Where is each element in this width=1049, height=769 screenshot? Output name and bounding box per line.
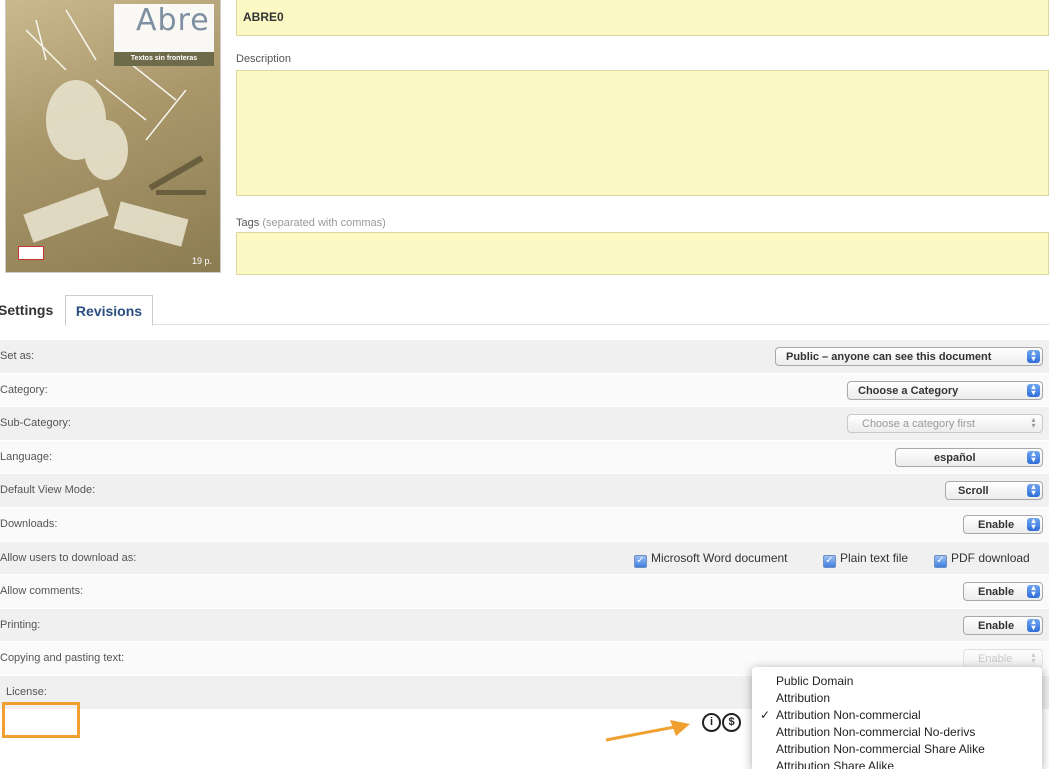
title-field[interactable]: ABRE0 [236,0,1049,36]
view-mode-select-value: Scroll [958,485,989,498]
select-arrows-icon: ▴ ▾ [1031,650,1036,666]
select-arrows-icon: ▴ ▾ [1027,584,1040,599]
pointer-arrow-icon [605,720,690,742]
setting-row-view-mode: Default View Mode: Scroll ▴ ▾ [0,474,1049,508]
tab-settings[interactable]: Settings [0,295,64,325]
tab-revisions[interactable]: Revisions [65,295,153,326]
downloads-select[interactable]: Enable ▴ ▾ [963,514,1043,534]
privacy-select[interactable]: Public – anyone can see this document ▴ ▾ [775,347,1043,366]
view-mode-label: Default View Mode: [0,484,96,497]
printing-select-value: Enable [978,619,1015,632]
select-arrows-icon: ▴ ▾ [1027,449,1040,464]
setting-row-category: Category: Choose a Category ▴ ▾ [0,373,1049,408]
language-select[interactable]: español ▴ ▾ [895,447,1043,467]
setting-row-subcategory: Sub-Category: Choose a category first ▴ ▾ [0,407,1049,441]
license-option-attribution-sa[interactable]: Attribution Share Alike [752,758,1042,769]
pdf-download-label: PDF download [951,550,1030,565]
setting-row-download-as: Allow users to download as: ✓ Microsoft W… [0,541,1049,576]
select-arrows-icon: ▴ ▾ [1031,415,1036,431]
cover-subtitle: Textos sin fronteras [114,52,214,66]
select-arrows-icon: ▴ ▾ [1027,349,1040,363]
tags-hint: (separated with commas) [262,217,386,229]
language-select-value: español [934,451,976,464]
printing-label: Printing: [0,618,41,631]
tags-field[interactable] [236,232,1049,275]
downloads-select-value: Enable [978,518,1015,531]
settings-table: Set as: Public – anyone can see this doc… [0,340,1049,710]
license-option-label: Attribution Non-commercial [776,708,921,722]
cover-title-box: Abre [114,4,214,54]
copy-paste-select[interactable]: Enable ▴ ▾ [963,649,1043,669]
printing-select[interactable]: Enable ▴ ▾ [963,615,1043,635]
checkbox-checked-icon: ✓ [823,554,836,568]
comments-label: Allow comments: [0,585,84,598]
checkmark-icon: ✓ [760,708,771,722]
description-label: Description [236,53,292,65]
select-arrows-icon: ▴ ▾ [1027,617,1040,632]
setting-row-printing: Printing: Enable ▴ ▾ [0,608,1049,643]
description-field[interactable] [236,70,1049,196]
language-label: Language: [0,450,52,463]
select-arrows-icon: ▴ ▾ [1027,516,1040,531]
text-download-label: Plain text file [840,550,909,565]
checkbox-checked-icon: ✓ [634,554,647,568]
license-option-attribution-nc[interactable]: ✓ Attribution Non-commercial [752,707,1042,724]
subcategory-label: Sub-Category: [0,417,71,430]
subcategory-select: Choose a category first ▴ ▾ [847,414,1043,434]
category-select-value: Choose a Category [858,384,959,397]
license-option-attribution-nc-nd[interactable]: Attribution Non-commercial No-derivs [752,724,1042,741]
setting-row-downloads: Downloads: Enable ▴ ▾ [0,507,1049,542]
license-option-label: Attribution Share Alike [776,759,895,769]
checkbox-checked-icon: ✓ [934,554,947,568]
downloads-label: Downloads: [0,517,58,530]
download-as-label: Allow users to download as: [0,551,137,564]
setting-row-language: Language: español ▴ ▾ [0,440,1049,475]
document-thumbnail[interactable]: Abre Textos sin fronteras 19 p. [6,0,220,272]
license-option-public-domain[interactable]: Public Domain [752,673,1042,690]
license-option-label: Attribution [776,691,831,705]
set-as-label: Set as: [0,350,35,362]
cover-logo [18,246,44,260]
word-download-label: Microsoft Word document [651,550,788,565]
comments-select[interactable]: Enable ▴ ▾ [963,582,1043,602]
title-value: ABRE0 [243,10,284,24]
license-option-label: Attribution Non-commercial No-derivs [776,725,976,739]
tab-divider [153,324,1049,325]
category-select[interactable]: Choose a Category ▴ ▾ [847,380,1043,400]
settings-tabs: Settings Revisions [0,295,1049,326]
license-option-attribution[interactable]: Attribution [752,690,1042,707]
select-arrows-icon: ▴ ▾ [1027,382,1040,397]
copy-paste-select-value: Enable [978,653,1013,666]
license-highlight [2,702,80,738]
view-mode-select[interactable]: Scroll ▴ ▾ [945,481,1043,501]
category-label: Category: [0,383,48,396]
cover-title: Abre [136,3,210,38]
copy-paste-label: Copying and pasting text: [0,652,125,665]
license-option-label: Attribution Non-commercial Share Alike [776,742,985,756]
setting-row-comments: Allow comments: Enable ▴ ▾ [0,575,1049,609]
license-option-attribution-nc-sa[interactable]: Attribution Non-commercial Share Alike [752,741,1042,758]
word-download-checkbox[interactable]: ✓ Microsoft Word document [634,542,788,575]
pdf-download-checkbox[interactable]: ✓ PDF download [934,542,1030,575]
tags-label-text: Tags [236,217,260,229]
text-download-checkbox[interactable]: ✓ Plain text file [823,542,908,575]
cc-noncommercial-icon: $ [722,713,741,732]
license-option-label: Public Domain [776,674,854,688]
page-count: 19 p. [191,256,212,266]
license-dropdown-menu: Public Domain Attribution ✓ Attribution N… [752,667,1042,769]
select-arrows-icon: ▴ ▾ [1027,483,1040,498]
comments-select-value: Enable [978,586,1015,599]
privacy-select-value: Public – anyone can see this document [786,351,992,363]
setting-row-set-as: Set as: Public – anyone can see this doc… [0,340,1049,374]
subcategory-select-value: Choose a category first [862,418,976,431]
license-icons: i $ [702,709,742,732]
cc-attribution-icon: i [702,713,721,732]
tags-label: Tags (separated with commas) [236,217,386,229]
